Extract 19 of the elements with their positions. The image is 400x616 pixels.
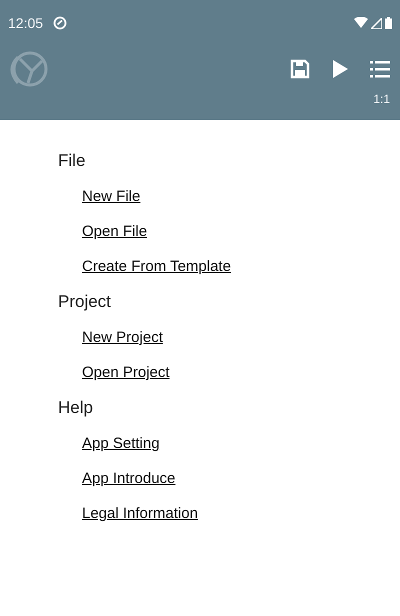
menu-link[interactable]: Create From Template: [82, 249, 231, 284]
battery-icon: [385, 17, 392, 29]
clock-time: 12:05: [8, 15, 44, 31]
menu-link[interactable]: New Project: [82, 320, 163, 355]
section-heading: File: [58, 150, 86, 172]
menu-link[interactable]: New File: [82, 179, 140, 214]
menu-link[interactable]: Open File: [82, 214, 148, 249]
zoom-level: 1:1: [373, 92, 390, 106]
menu-link[interactable]: Legal Information: [82, 496, 198, 531]
signal-icon: [371, 18, 382, 28]
wifi-icon: [354, 17, 368, 29]
section-heading: Project: [58, 291, 112, 313]
section-heading: Help: [58, 397, 94, 419]
save-icon[interactable]: [290, 59, 310, 79]
menu-link[interactable]: Open Project: [82, 355, 170, 390]
play-icon[interactable]: [332, 60, 348, 78]
menu-link[interactable]: App Setting: [82, 426, 160, 461]
list-icon[interactable]: [370, 60, 390, 78]
menu-link[interactable]: App Introduce: [82, 461, 176, 496]
